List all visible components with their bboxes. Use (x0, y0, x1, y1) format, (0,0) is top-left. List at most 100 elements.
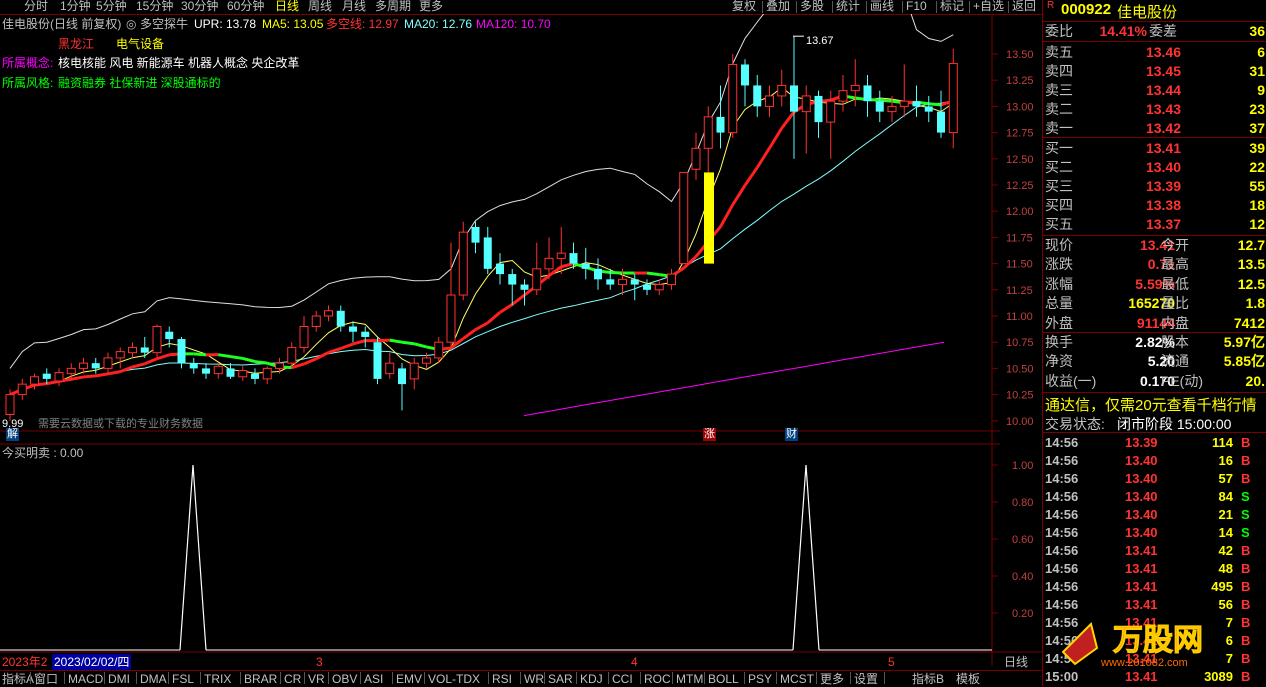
indicator-tab-18[interactable]: CCI (612, 672, 633, 686)
toolbar-button-5[interactable]: F10 (906, 0, 927, 13)
candle[interactable] (116, 347, 124, 368)
badge-cai[interactable]: 财 (785, 428, 798, 441)
candle[interactable] (496, 253, 504, 284)
candle[interactable] (398, 363, 406, 410)
ask-row-2[interactable]: 卖三13.449 (1045, 81, 1266, 99)
indicator-tab-14[interactable]: RSI (492, 672, 512, 686)
toolbar-button-8[interactable]: 返回 (1012, 0, 1036, 13)
timeframe-9[interactable]: 多周期 (375, 0, 411, 13)
candle[interactable] (141, 337, 149, 358)
timeframe-0[interactable]: 分时 (24, 0, 48, 13)
bid-row-0[interactable]: 买一13.4139 (1045, 139, 1266, 157)
candle[interactable] (386, 353, 394, 379)
indicator-tab-23[interactable]: MCST (780, 672, 814, 686)
indicator-tab-16[interactable]: SAR (548, 672, 573, 686)
candle[interactable] (104, 353, 112, 374)
candle[interactable] (790, 36, 798, 159)
candle[interactable] (472, 222, 480, 253)
indicator-tab-2[interactable]: MACD (68, 672, 103, 686)
candle[interactable] (484, 227, 492, 274)
candle[interactable] (153, 324, 161, 358)
indicator-tab-12[interactable]: EMV (396, 672, 422, 686)
candle[interactable] (778, 70, 786, 107)
indicator-tab-25[interactable]: 设置 (854, 672, 878, 686)
candle[interactable] (55, 368, 63, 386)
timeframe-7[interactable]: 周线 (308, 0, 332, 13)
indicator-tab-10[interactable]: OBV (332, 672, 357, 686)
toolbar-button-0[interactable]: 复权 (732, 0, 756, 13)
candle[interactable] (668, 269, 676, 290)
candle[interactable] (655, 279, 663, 295)
candle[interactable] (643, 279, 651, 295)
candle[interactable] (263, 366, 271, 384)
candle[interactable] (374, 337, 382, 384)
candle[interactable] (288, 342, 296, 368)
candle[interactable] (459, 222, 467, 301)
candle[interactable] (178, 337, 186, 368)
indicator-tab-3[interactable]: DMI (108, 672, 130, 686)
candle[interactable] (815, 91, 823, 138)
indicator-tab-5[interactable]: FSL (172, 672, 194, 686)
indicator-tab-11[interactable]: ASI (364, 672, 383, 686)
candle[interactable] (913, 85, 921, 116)
candle[interactable] (300, 316, 308, 353)
candle[interactable] (447, 243, 455, 348)
candle[interactable] (190, 358, 198, 374)
candle[interactable] (214, 363, 222, 379)
bid-row-2[interactable]: 买三13.3955 (1045, 177, 1266, 195)
toolbar-button-7[interactable]: +自选 (973, 0, 1004, 13)
bid-row-4[interactable]: 买五13.3712 (1045, 215, 1266, 233)
candle[interactable] (251, 368, 259, 384)
candle[interactable] (839, 75, 847, 112)
candle[interactable] (729, 54, 737, 138)
candle[interactable] (827, 91, 835, 159)
candle[interactable] (129, 342, 137, 358)
right-tab-1[interactable]: 模板 (956, 672, 980, 686)
candle[interactable] (582, 248, 590, 279)
candle[interactable] (349, 321, 357, 342)
toolbar-button-6[interactable]: 标记 (940, 0, 964, 13)
toolbar-button-2[interactable]: 多股 (800, 0, 824, 13)
toolbar-button-4[interactable]: 画线 (870, 0, 894, 13)
sub-indicator-title[interactable]: 今买明卖 : 0.00 (2, 445, 83, 461)
candle[interactable] (864, 75, 872, 117)
bid-row-1[interactable]: 买二13.4022 (1045, 158, 1266, 176)
candle[interactable] (594, 258, 602, 289)
candle[interactable] (67, 363, 75, 379)
candle[interactable] (753, 75, 761, 117)
candle[interactable] (937, 91, 945, 138)
candle[interactable] (227, 363, 235, 379)
indicator-tab-13[interactable]: VOL-TDX (428, 672, 480, 686)
indicator-tab-4[interactable]: DMA (140, 672, 167, 686)
toolbar-button-3[interactable]: 统计 (836, 0, 860, 13)
timeframe-1[interactable]: 1分钟 (60, 0, 91, 13)
ask-row-1[interactable]: 卖四13.4531 (1045, 62, 1266, 80)
indicator-tab-17[interactable]: KDJ (580, 672, 603, 686)
candle[interactable] (508, 269, 516, 306)
timeframe-4[interactable]: 30分钟 (181, 0, 218, 13)
candle[interactable] (361, 326, 369, 347)
candle[interactable] (925, 96, 933, 122)
timeframe-8[interactable]: 月线 (342, 0, 366, 13)
timeframe-10[interactable]: 更多 (419, 0, 443, 13)
candle[interactable] (202, 363, 210, 379)
candle[interactable] (949, 49, 957, 149)
candle[interactable] (325, 306, 333, 322)
candle[interactable] (876, 91, 884, 122)
candle[interactable] (533, 243, 541, 295)
timeframe-5[interactable]: 60分钟 (227, 0, 264, 13)
indicator-tab-15[interactable]: WR (524, 672, 544, 686)
indicator-tab-22[interactable]: PSY (748, 672, 772, 686)
candle[interactable] (692, 133, 700, 180)
indicator-tab-7[interactable]: BRAR (244, 672, 277, 686)
toolbar-button-1[interactable]: 叠加 (766, 0, 790, 13)
candle[interactable] (900, 64, 908, 116)
timeframe-2[interactable]: 5分钟 (96, 0, 127, 13)
candle[interactable] (312, 311, 320, 332)
candle[interactable] (410, 358, 418, 389)
period-label[interactable]: 日线 (1004, 654, 1028, 670)
candle[interactable] (337, 306, 345, 332)
indicator-tab-20[interactable]: MTM (676, 672, 703, 686)
indicator-tab-6[interactable]: TRIX (204, 672, 231, 686)
candle[interactable] (680, 172, 688, 263)
